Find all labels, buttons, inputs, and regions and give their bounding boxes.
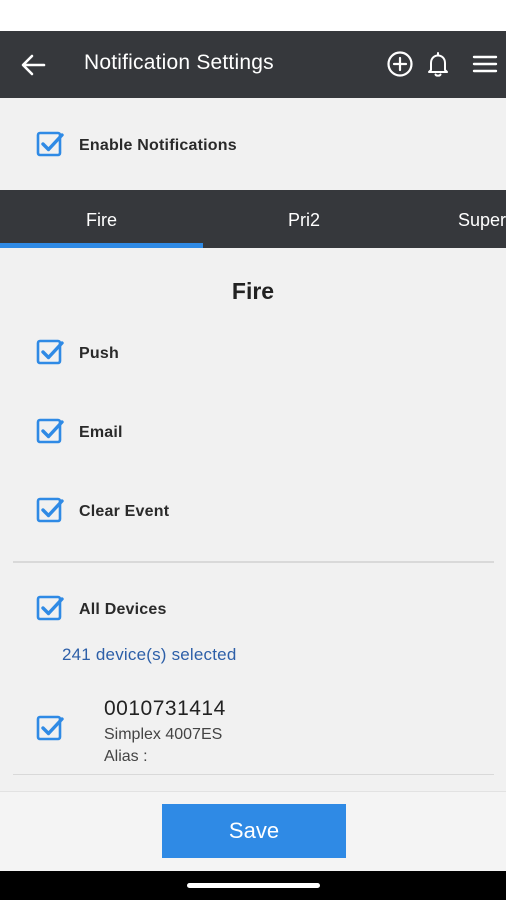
tab-pri2-label: Pri2 — [288, 210, 321, 230]
enable-notifications-checkbox[interactable] — [36, 130, 64, 158]
page-title: Notification Settings — [84, 51, 274, 74]
enable-notifications-row — [0, 98, 506, 190]
device-checkbox[interactable] — [36, 714, 64, 742]
status-bar — [0, 0, 506, 31]
home-gesture-handle[interactable] — [187, 883, 320, 888]
bell-icon[interactable] — [423, 49, 453, 79]
clear-event-checkbox[interactable] — [36, 496, 64, 524]
section-title: Fire — [231, 278, 275, 304]
device-divider — [13, 774, 494, 775]
save-button[interactable]: Save — [162, 804, 346, 858]
email-checkbox[interactable] — [36, 417, 64, 445]
app-bar: Notification Settings — [0, 31, 506, 98]
divider — [13, 561, 494, 563]
clear-event-label: Clear Event — [79, 503, 170, 520]
tab-fire[interactable]: Fire — [0, 190, 203, 248]
all-devices-checkbox[interactable] — [36, 594, 64, 622]
tab-fire-label: Fire — [86, 210, 117, 230]
plus-circle-icon[interactable] — [385, 49, 415, 79]
device-id: 0010731414 — [104, 697, 226, 720]
push-checkbox[interactable] — [36, 338, 64, 366]
tab-super-label: Super — [458, 210, 506, 230]
arrow-left-icon[interactable] — [18, 50, 48, 80]
all-devices-label: All Devices — [79, 601, 167, 618]
tab-selected-indicator — [0, 243, 203, 248]
device-model: Simplex 4007ES — [104, 726, 223, 743]
push-label: Push — [79, 345, 119, 362]
tab-pri2[interactable]: Pri2 — [203, 190, 406, 248]
hamburger-menu-icon[interactable] — [470, 49, 500, 79]
tab-super[interactable]: Super — [406, 190, 506, 248]
tab-bar: Fire Pri2 Super — [0, 190, 506, 248]
enable-notifications-label: Enable Notifications — [79, 137, 237, 154]
selected-device-count[interactable]: 241 device(s) selected — [62, 645, 237, 665]
device-alias: Alias : — [104, 748, 148, 765]
email-label: Email — [79, 424, 123, 441]
